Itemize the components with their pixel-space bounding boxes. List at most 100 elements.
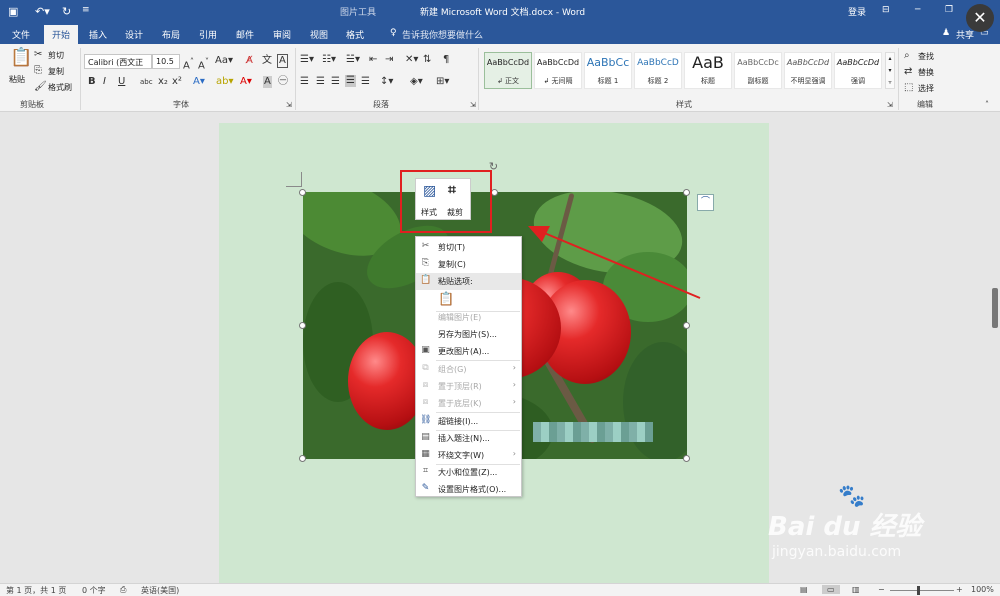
tab-review[interactable]: 审阅 <box>273 28 291 41</box>
strikethrough-icon[interactable]: abc <box>140 76 153 88</box>
char-shading-icon[interactable]: A <box>263 76 272 88</box>
tab-references[interactable]: 引用 <box>199 28 217 41</box>
style-no-spacing[interactable]: AaBbCcDd ↲ 无间隔 <box>534 52 582 89</box>
menu-item-insert-caption[interactable]: ▤ 插入题注(N)... <box>416 430 521 447</box>
tell-me-search[interactable]: 告诉我你想要做什么 <box>402 28 483 41</box>
underline-icon[interactable]: U <box>118 76 125 88</box>
word-count[interactable]: 0 个字 <box>82 585 106 596</box>
style-heading-2[interactable]: AaBbCcD 标题 2 <box>634 52 682 89</box>
menu-item-copy[interactable]: ⎘ 复制(C) <box>416 256 521 273</box>
resize-handle[interactable] <box>683 189 690 196</box>
resize-handle[interactable] <box>491 189 498 196</box>
styles-dialog-launcher-icon[interactable]: ⇲ <box>887 99 893 111</box>
tab-mailings[interactable]: 邮件 <box>236 28 254 41</box>
align-left-icon[interactable]: ☰ <box>300 76 309 88</box>
italic-icon[interactable]: I <box>103 76 106 88</box>
justify-icon[interactable]: ☰ <box>345 75 356 87</box>
clear-format-icon[interactable]: A̸ <box>246 55 253 67</box>
font-name-select[interactable]: Calibri (西文正 <box>84 54 152 69</box>
numbering-icon[interactable]: ☷▾ <box>322 54 336 66</box>
select-button[interactable]: 选择 <box>918 83 934 94</box>
zoom-level[interactable]: 100% <box>971 585 994 594</box>
superscript-icon[interactable]: x² <box>172 76 182 88</box>
ribbon-display-icon[interactable]: ⊟ <box>882 5 890 15</box>
save-icon[interactable]: ▣ <box>8 5 18 18</box>
language-status[interactable]: 英语(美国) <box>141 585 179 596</box>
menu-item-hyperlink[interactable]: ⛓ 超链接(I)... <box>416 413 521 430</box>
paste-button[interactable]: 粘贴 <box>9 74 25 85</box>
tab-layout[interactable]: 布局 <box>162 28 180 41</box>
redo-icon[interactable]: ↻ <box>62 5 71 18</box>
zoom-slider-thumb[interactable] <box>917 586 920 595</box>
style-normal[interactable]: AaBbCcDd ↲ 正文 <box>484 52 532 89</box>
resize-handle[interactable] <box>683 455 690 462</box>
web-layout-icon[interactable]: ▥ <box>852 585 860 594</box>
zoom-in-icon[interactable]: + <box>956 585 963 594</box>
style-subtle-emphasis[interactable]: AaBbCcDd 不明显强调 <box>784 52 832 89</box>
menu-item-wrap-text[interactable]: ▦ 环绕文字(W) › <box>416 447 521 464</box>
format-painter-button[interactable]: 格式刷 <box>48 82 72 93</box>
scrollbar-thumb[interactable] <box>992 288 998 328</box>
tab-design[interactable]: 设计 <box>125 28 143 41</box>
resize-handle[interactable] <box>683 322 690 329</box>
format-painter-icon[interactable]: 🖌 <box>34 81 47 93</box>
multilevel-list-icon[interactable]: ☱▾ <box>346 54 360 66</box>
proofing-icon[interactable]: ⎙ <box>120 585 126 595</box>
subscript-icon[interactable]: x₂ <box>158 76 168 88</box>
bold-icon[interactable]: B <box>88 76 96 88</box>
resize-handle[interactable] <box>299 455 306 462</box>
page-count[interactable]: 第 1 页，共 1 页 <box>6 585 66 596</box>
close-button[interactable]: ✕ <box>966 4 994 32</box>
paste-keep-format-icon[interactable]: 📋 <box>438 292 454 307</box>
distribute-icon[interactable]: ☰ <box>361 76 370 88</box>
copy-button[interactable]: 复制 <box>48 66 64 77</box>
layout-options-icon[interactable]: ⌒ <box>697 194 714 211</box>
undo-icon[interactable]: ↶▾ <box>35 5 50 18</box>
replace-button[interactable]: 替换 <box>918 67 934 78</box>
select-icon[interactable]: ⬚ <box>904 82 913 94</box>
increase-indent-icon[interactable]: ⇥ <box>385 54 393 66</box>
shading-icon[interactable]: ◈▾ <box>410 76 423 88</box>
change-case-icon[interactable]: Aa▾ <box>215 55 233 67</box>
style-title[interactable]: AaB 标题 <box>684 52 732 89</box>
cut-button[interactable]: 剪切 <box>48 50 64 61</box>
sort-icon[interactable]: ⇅ <box>423 54 431 66</box>
char-border-icon[interactable]: A <box>277 54 288 68</box>
tab-view[interactable]: 视图 <box>310 28 328 41</box>
share-button[interactable]: 共享 <box>956 28 974 41</box>
find-icon[interactable]: ⌕ <box>904 50 910 62</box>
tab-format[interactable]: 格式 <box>346 28 364 41</box>
zoom-out-icon[interactable]: − <box>878 585 885 594</box>
decrease-indent-icon[interactable]: ⇤ <box>369 54 377 66</box>
share-icon[interactable]: ♟ <box>942 28 950 38</box>
print-layout-icon[interactable]: ▭ <box>822 585 840 594</box>
font-size-select[interactable]: 10.5 <box>152 54 180 69</box>
zoom-slider[interactable] <box>890 590 954 591</box>
menu-item-change-picture[interactable]: ▣ 更改图片(A)... <box>416 343 521 360</box>
chinese-layout-icon[interactable]: ✕▾ <box>405 54 418 66</box>
font-dialog-launcher-icon[interactable]: ⇲ <box>286 99 292 111</box>
customize-qat-icon[interactable]: ≡ <box>82 5 90 15</box>
menu-item-format-picture[interactable]: ✎ 设置图片格式(O)... <box>416 481 521 498</box>
shrink-font-icon[interactable]: A˅ <box>198 55 209 72</box>
grow-font-icon[interactable]: A˄ <box>183 55 194 72</box>
menu-item-size-position[interactable]: ⌗ 大小和位置(Z)... <box>416 464 521 481</box>
phonetic-icon[interactable]: 文 <box>262 55 272 67</box>
collapse-ribbon-icon[interactable]: ˄ <box>985 99 989 111</box>
enclose-char-icon[interactable]: ㊀ <box>278 76 288 88</box>
styles-scroll[interactable]: ▴ ▾ ▿ <box>885 52 895 89</box>
borders-icon[interactable]: ⊞▾ <box>436 76 449 88</box>
read-mode-icon[interactable]: ▤ <box>800 585 808 594</box>
cut-icon[interactable]: ✂ <box>34 49 42 61</box>
style-heading-1[interactable]: AaBbCc 标题 1 <box>584 52 632 89</box>
highlight-icon[interactable]: ab▾ <box>216 76 234 88</box>
bullets-icon[interactable]: ☰▾ <box>300 54 314 66</box>
resize-handle[interactable] <box>299 189 306 196</box>
style-emphasis[interactable]: AaBbCcDd 强调 <box>834 52 882 89</box>
font-color-icon[interactable]: A▾ <box>240 76 252 88</box>
tab-home[interactable]: 开始 <box>44 25 78 44</box>
find-button[interactable]: 查找 <box>918 51 934 62</box>
paste-icon[interactable]: 📋 <box>10 49 32 67</box>
text-effects-icon[interactable]: A▾ <box>193 76 205 88</box>
menu-item-cut[interactable]: ✂ 剪切(T) <box>416 239 521 256</box>
